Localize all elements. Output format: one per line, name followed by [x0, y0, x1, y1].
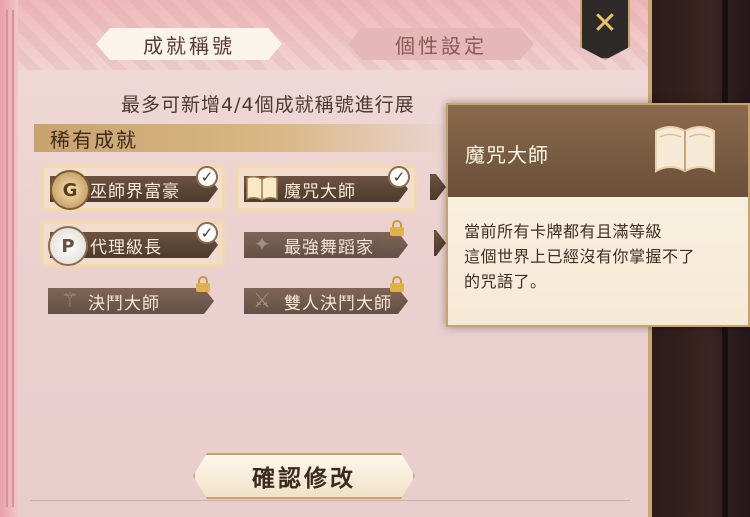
tooltip-desc-line: 當前所有卡牌都有且滿等級	[464, 222, 663, 241]
badge-plate	[430, 174, 446, 200]
lock-icon	[196, 276, 210, 292]
prefect-p-icon: P	[48, 226, 88, 266]
section-header-rare: 稀有成就	[34, 124, 454, 152]
tab-achievement-titles-label: 成就稱號	[143, 33, 235, 58]
confirm-label: 確認修改	[252, 466, 356, 492]
wand-icon: ⚚	[61, 288, 79, 312]
dancer-icon: ✦	[253, 232, 271, 256]
panel-left-border	[0, 0, 18, 517]
section-title: 稀有成就	[50, 127, 138, 152]
badge-label: 代理級長	[90, 237, 162, 258]
equipped-check-icon: ✓	[196, 166, 218, 188]
badge-item-duo-duel-master[interactable]: 雙人決鬥大師 ⚔	[238, 276, 412, 320]
tooltip-desc-line: 這個世界上已經沒有你掌握不了	[464, 247, 696, 266]
confirm-changes-button[interactable]: 確認修改	[193, 453, 415, 499]
close-x-icon: ✕	[592, 6, 618, 41]
equipped-check-icon: ✓	[196, 222, 218, 244]
tab-achievement-titles[interactable]: 成就稱號	[96, 28, 282, 60]
tooltip-description: 當前所有卡牌都有且滿等級 這個世界上已經沒有你掌握不了 的咒語了。	[464, 219, 744, 294]
badge-label: 魔咒大師	[284, 181, 356, 202]
close-button[interactable]: ✕	[580, 0, 630, 60]
g-coin-icon: G	[50, 170, 90, 210]
badge-item-duel-master[interactable]: 決鬥大師 ⚚	[42, 276, 218, 320]
tooltip-title: 魔咒大師	[465, 143, 549, 167]
badge-tooltip: 魔咒大師 當前所有卡牌都有且滿等級 這個世界上已經沒有你掌握不了 的咒語了。	[446, 103, 750, 327]
tab-personality-settings[interactable]: 個性設定	[348, 28, 534, 60]
tab-personality-settings-label: 個性設定	[395, 33, 487, 58]
book-icon	[244, 170, 280, 206]
badge-label: 雙人決鬥大師	[284, 293, 392, 314]
badge-plate	[434, 230, 446, 256]
tooltip-header: 魔咒大師	[448, 105, 748, 197]
badge-item-best-dancer[interactable]: 最強舞蹈家 ✦	[238, 220, 412, 264]
badge-item-acting-prefect[interactable]: 代理級長 P ✓	[42, 222, 224, 266]
badge-item-wizard-tycoon[interactable]: 巫師界富豪 G ✓	[42, 166, 224, 210]
instruction-text: 最多可新增4/4個成就稱號進行展	[121, 94, 415, 116]
badge-label: 決鬥大師	[88, 293, 160, 314]
lock-icon	[390, 276, 404, 292]
lock-icon	[390, 220, 404, 236]
tooltip-desc-line: 的咒語了。	[464, 272, 547, 291]
badge-label: 巫師界富豪	[90, 181, 180, 202]
badge-label: 最強舞蹈家	[284, 237, 374, 258]
equipped-check-icon: ✓	[388, 166, 410, 188]
duel-icon: ⚔	[253, 288, 271, 312]
divider	[30, 500, 630, 501]
badge-item-hidden-2[interactable]	[434, 222, 446, 262]
badge-item-spell-master[interactable]: 魔咒大師 ✓	[236, 166, 416, 210]
open-book-icon	[652, 119, 718, 179]
badge-item-hidden[interactable]	[430, 166, 446, 206]
